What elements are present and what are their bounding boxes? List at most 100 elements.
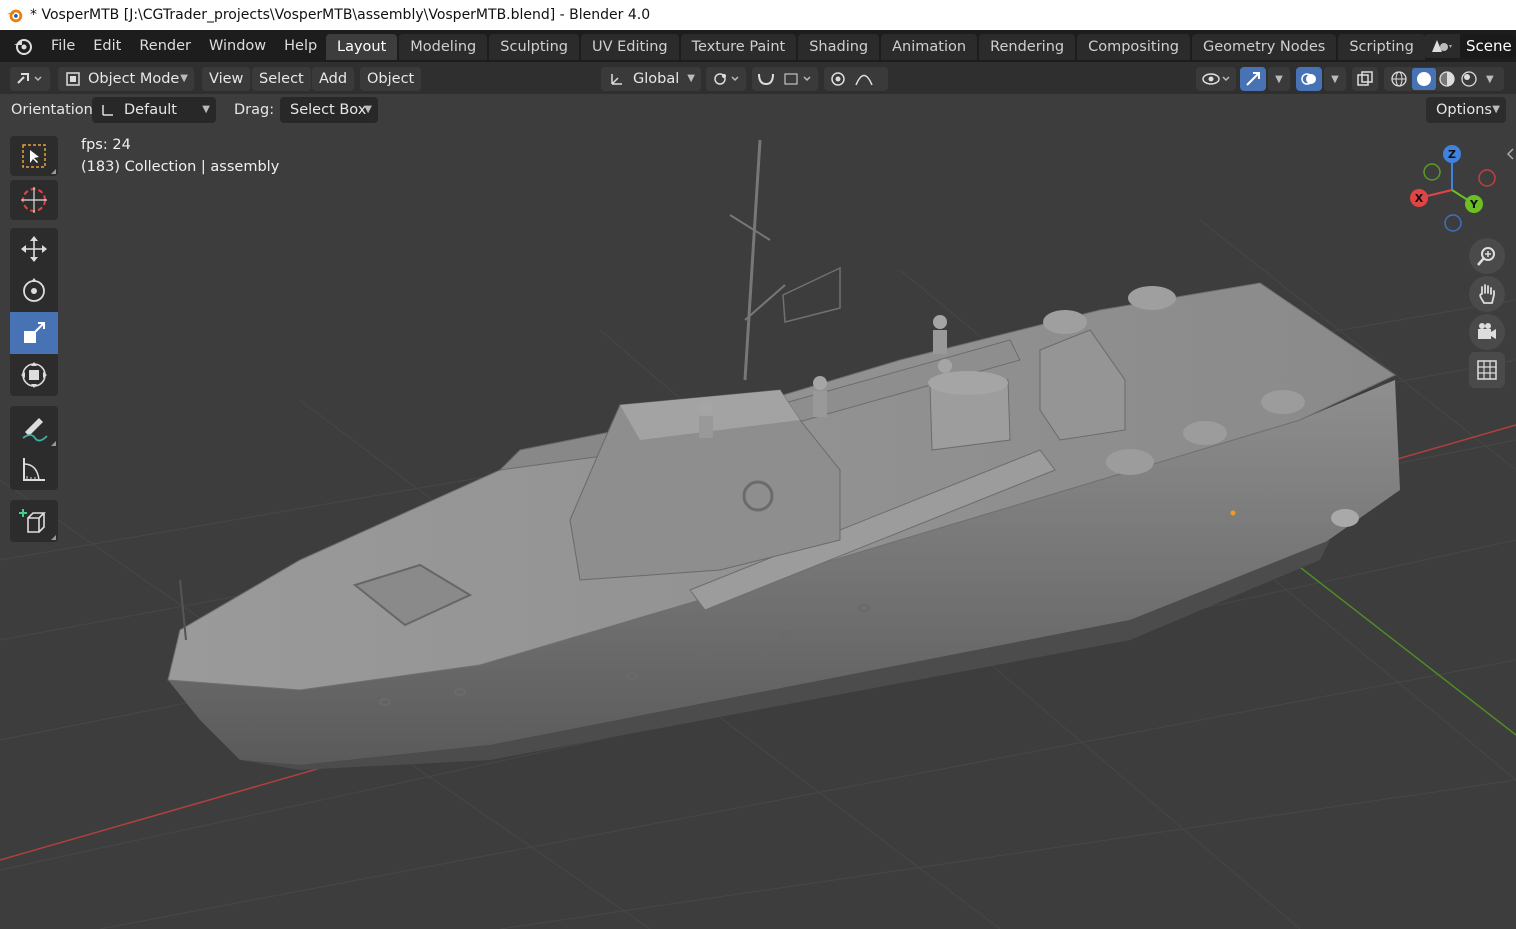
move-tool[interactable] [10, 228, 58, 270]
chevron-down-icon: ▼ [1331, 73, 1339, 85]
tab-shading[interactable]: Shading [798, 34, 880, 60]
blender-menu-icon[interactable] [12, 35, 34, 57]
drag-value: Select Box [290, 102, 367, 118]
options-label: Options [1436, 102, 1492, 118]
tool-settings-bar: Orientation: Default ▼ Drag: Select Box … [0, 94, 1516, 126]
chevron-down-icon[interactable]: ▼ [1486, 74, 1494, 85]
tab-sculpting[interactable]: Sculpting [489, 34, 579, 60]
tab-animation[interactable]: Animation [881, 34, 978, 60]
chevron-down-icon: ▼ [180, 73, 188, 84]
scene-name-field[interactable]: Scene [1460, 34, 1516, 58]
overlays-dropdown[interactable]: ▼ [1324, 67, 1346, 91]
transform-tool[interactable] [10, 354, 58, 396]
select-box-icon [22, 144, 46, 168]
neg-z-axis-icon[interactable] [1444, 214, 1462, 232]
gizmo-toggle-button[interactable] [1240, 67, 1266, 91]
annotate-pencil-icon [22, 418, 48, 442]
overlays-icon [1301, 73, 1316, 85]
y-axis-line [1264, 539, 1516, 736]
rendered-shading-icon[interactable] [1458, 68, 1480, 90]
add-menu[interactable]: Add [312, 67, 355, 91]
shading-mode-group: ▼ [1384, 67, 1504, 91]
chevron-down-icon: ▼ [687, 73, 695, 84]
mode-dropdown[interactable]: Object Mode ▼ [58, 67, 194, 91]
scale-tool[interactable] [10, 312, 58, 354]
select-box-tool[interactable] [10, 136, 58, 176]
editor-type-button[interactable] [10, 67, 50, 91]
tab-scripting[interactable]: Scripting [1338, 34, 1425, 60]
orientation-label: Orientation: [11, 102, 98, 118]
select-menu[interactable]: Select [252, 67, 311, 91]
solid-shading-icon [1417, 72, 1431, 86]
scene-icon[interactable] [1424, 34, 1460, 58]
tab-rendering[interactable]: Rendering [979, 34, 1076, 60]
pan-view-button[interactable] [1469, 276, 1505, 312]
overlays-toggle-button[interactable] [1296, 67, 1322, 91]
viewport-header: Object Mode ▼ View Select Add Object Glo… [0, 62, 1516, 94]
orientation-dropdown[interactable]: Default ▼ [92, 97, 216, 123]
sidebar-toggle-icon[interactable] [1505, 146, 1515, 162]
object-mode-icon [66, 72, 80, 86]
viewport-scene[interactable] [0, 126, 1516, 929]
toggle-perspective-button[interactable] [1469, 352, 1505, 388]
chevron-down-icon: ▼ [364, 104, 372, 115]
view-menu[interactable]: View [202, 67, 251, 91]
tab-texture-paint[interactable]: Texture Paint [680, 34, 797, 60]
gizmo-icon [1246, 72, 1260, 86]
3d-viewport[interactable]: fps: 24 (183) Collection | assembly Z X … [0, 126, 1516, 929]
tab-compositing[interactable]: Compositing [1077, 34, 1190, 60]
blender-logo-icon [6, 9, 23, 23]
boat-model[interactable] [167, 139, 1400, 770]
neg-x-axis-icon[interactable] [1478, 169, 1496, 187]
navigation-gizmo[interactable]: Z X Y [1400, 140, 1506, 240]
y-axis-label: Y [1469, 198, 1479, 211]
chevron-down-icon: ▼ [202, 104, 210, 115]
orientation-icon [611, 74, 622, 85]
camera-view-button[interactable] [1469, 314, 1505, 350]
tab-geometry-nodes[interactable]: Geometry Nodes [1192, 34, 1337, 60]
gizmo-dropdown[interactable]: ▼ [1268, 67, 1290, 91]
menu-edit[interactable]: Edit [84, 34, 130, 58]
add-cube-tool[interactable] [10, 500, 58, 542]
transform-orientation-dropdown[interactable]: Global ▼ [601, 67, 701, 91]
window-titlebar: * VosperMTB [J:\CGTrader_projects\Vosper… [0, 0, 1516, 30]
xray-icon [1357, 71, 1373, 86]
wireframe-shading-icon[interactable] [1388, 68, 1410, 90]
window-title: * VosperMTB [J:\CGTrader_projects\Vosper… [30, 7, 651, 23]
rotate-tool[interactable] [10, 270, 58, 312]
rotate-icon [23, 278, 45, 302]
fps-readout: fps: 24 [81, 137, 131, 153]
measure-tool[interactable] [10, 448, 58, 490]
orientation-label: Global [633, 71, 680, 87]
scale-icon [24, 322, 45, 343]
snap-magnet-icon [758, 73, 811, 86]
tab-modeling[interactable]: Modeling [399, 34, 488, 60]
x-axis-label: X [1415, 192, 1424, 205]
measure-ruler-icon [23, 458, 45, 481]
cursor-tool[interactable] [10, 180, 58, 220]
options-dropdown[interactable]: Options ▼ [1426, 97, 1506, 123]
annotate-tool[interactable] [10, 406, 58, 448]
tab-layout[interactable]: Layout [326, 34, 398, 60]
chevron-down-icon: ▼ [1275, 73, 1283, 85]
proportional-editing-button[interactable] [824, 67, 888, 91]
material-shading-icon[interactable] [1436, 68, 1458, 90]
tab-uv-editing[interactable]: UV Editing [580, 34, 679, 60]
neg-y-axis-icon[interactable] [1423, 163, 1441, 181]
zoom-view-button[interactable] [1469, 238, 1505, 274]
pivot-point-button[interactable] [706, 67, 746, 91]
snapping-button[interactable] [752, 67, 818, 91]
drag-label: Drag: [234, 102, 275, 118]
solid-shading-button[interactable] [1412, 68, 1436, 90]
grid-ortho-icon [1477, 360, 1497, 380]
xray-toggle-button[interactable] [1352, 67, 1378, 91]
drag-dropdown[interactable]: Select Box ▼ [280, 97, 378, 123]
menu-window[interactable]: Window [200, 34, 275, 58]
menu-file[interactable]: File [42, 34, 84, 58]
visibility-button[interactable] [1196, 67, 1236, 91]
menu-render[interactable]: Render [130, 34, 200, 58]
proportional-edit-icon [831, 72, 873, 86]
hand-pan-icon [1479, 284, 1495, 304]
menu-help[interactable]: Help [275, 34, 326, 58]
object-menu[interactable]: Object [360, 67, 422, 91]
